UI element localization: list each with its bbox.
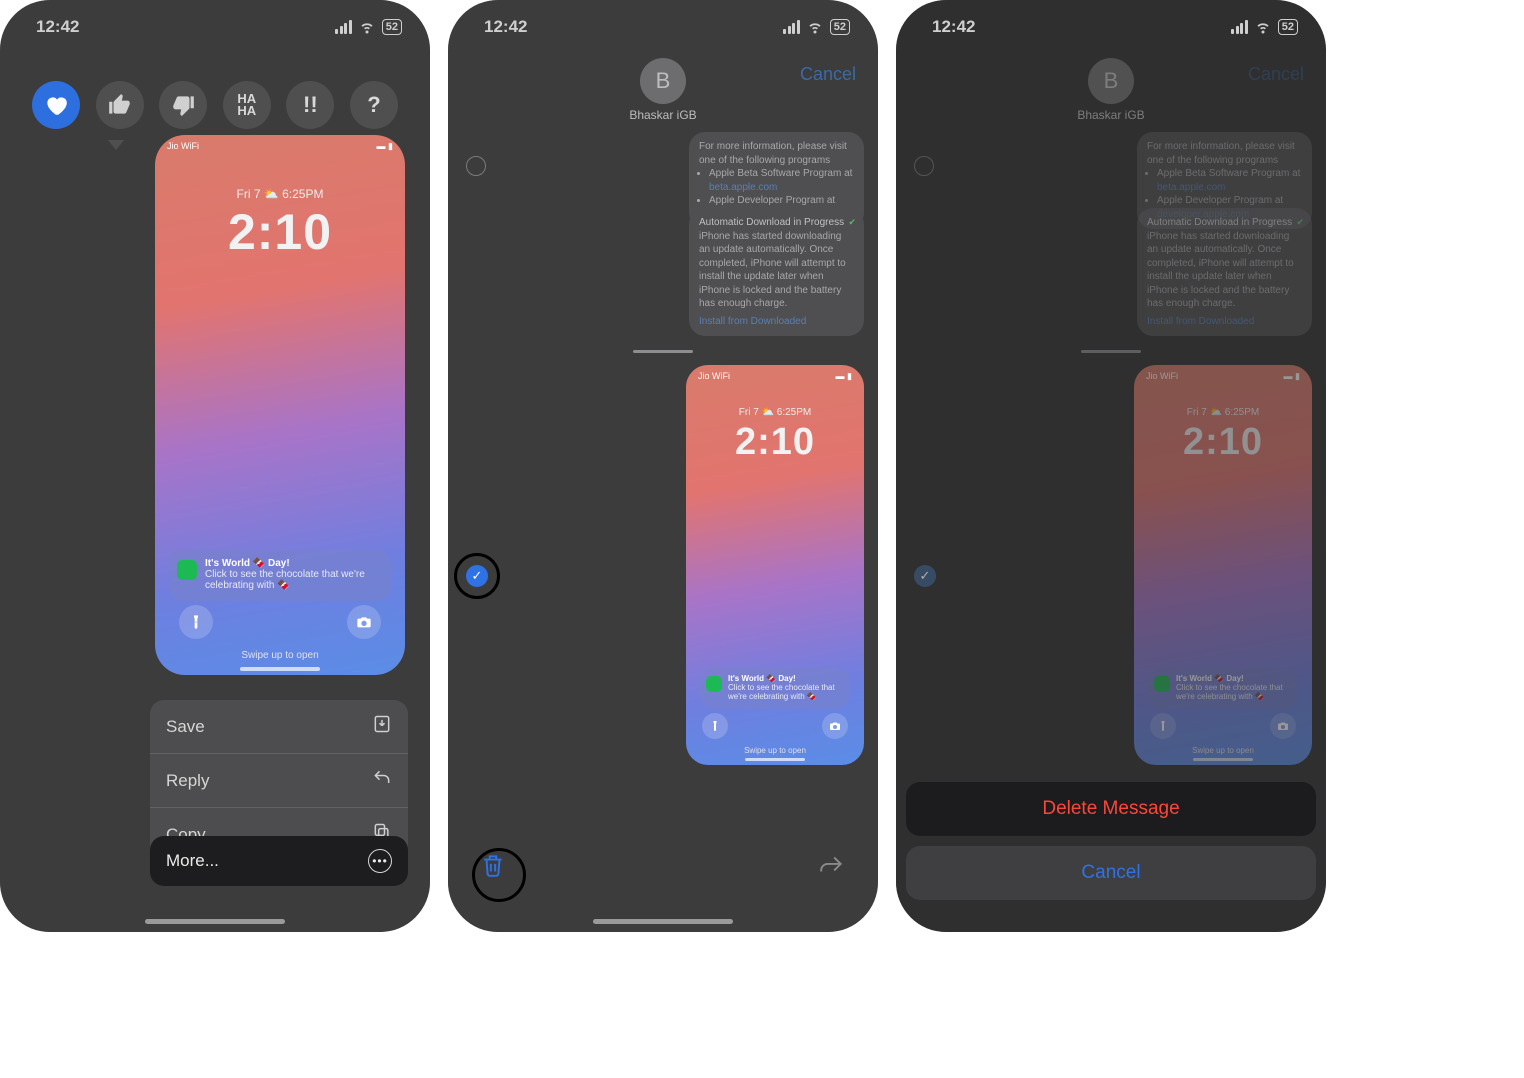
message-attachment-preview[interactable]: Jio WiFi ▬ ▮ Fri 7 ⛅ 6:25PM 2:10 It's Wor… bbox=[155, 135, 405, 675]
home-indicator[interactable] bbox=[145, 919, 285, 924]
status-time: 12:42 bbox=[36, 17, 79, 37]
cellular-icon bbox=[1231, 20, 1248, 34]
cancel-button[interactable]: Cancel bbox=[906, 846, 1316, 900]
battery-icon: 52 bbox=[1278, 19, 1298, 35]
spotify-icon bbox=[1154, 676, 1170, 692]
battery-icon: 52 bbox=[382, 19, 402, 35]
install-link[interactable]: Install from Downloaded bbox=[699, 315, 854, 329]
select-radio-checked[interactable]: ✓ bbox=[466, 565, 488, 587]
status-bar: 12:42 52 bbox=[0, 0, 430, 54]
tapback-heart[interactable] bbox=[32, 81, 80, 129]
lockscreen-swipe-hint: Swipe up to open bbox=[155, 650, 405, 661]
menu-reply[interactable]: Reply bbox=[150, 754, 408, 808]
camera-icon bbox=[1270, 713, 1296, 739]
forward-icon[interactable] bbox=[818, 852, 846, 883]
contact-name: Bhaskar iGB bbox=[629, 108, 696, 122]
more-icon: ••• bbox=[368, 849, 392, 873]
select-radio-unselected[interactable] bbox=[466, 156, 486, 176]
camera-icon bbox=[822, 713, 848, 739]
conversation-header: B Bhaskar iGB Cancel bbox=[448, 50, 878, 130]
tapback-thumbs-up[interactable] bbox=[96, 81, 144, 129]
cellular-icon bbox=[783, 20, 800, 34]
panel-2-select-messages: 12:42 52 B Bhaskar iGB Cancel For more i… bbox=[448, 0, 878, 932]
menu-save-label: Save bbox=[166, 717, 205, 737]
panel-3-delete-confirm: 12:42 52 B Bhaskar iGB Cancel For more i… bbox=[896, 0, 1326, 932]
battery-icon: 52 bbox=[830, 19, 850, 35]
status-time: 12:42 bbox=[932, 17, 975, 37]
save-icon bbox=[372, 714, 392, 739]
lockscreen-status-icons: ▬ ▮ bbox=[377, 141, 393, 152]
avatar: B bbox=[1088, 58, 1134, 104]
status-bar: 12:42 52 bbox=[896, 0, 1326, 54]
menu-more-label: More... bbox=[166, 851, 219, 871]
tapback-question[interactable]: ? bbox=[350, 81, 398, 129]
selection-toolbar bbox=[448, 842, 878, 892]
wifi-icon bbox=[358, 17, 376, 38]
cellular-icon bbox=[335, 20, 352, 34]
menu-save[interactable]: Save bbox=[150, 700, 408, 754]
link-beta[interactable]: beta.apple.com bbox=[709, 182, 777, 193]
cancel-button-dimmed: Cancel bbox=[1248, 64, 1304, 85]
select-radio-checked: ✓ bbox=[914, 565, 936, 587]
spotify-icon bbox=[706, 676, 722, 692]
flashlight-icon bbox=[702, 713, 728, 739]
lockscreen-notification: It's World 🍫 Day! Click to see the choco… bbox=[169, 550, 391, 601]
spotify-icon bbox=[177, 560, 197, 580]
message-attachment-thumbnail[interactable]: Jio WiFi▬ ▮ Fri 7 ⛅ 6:25PM 2:10 It's Wor… bbox=[686, 365, 864, 765]
menu-reply-label: Reply bbox=[166, 771, 209, 791]
lockscreen-time: 2:10 bbox=[155, 203, 405, 261]
tapback-haha[interactable]: HAHA bbox=[223, 81, 271, 129]
select-radio-unselected bbox=[914, 156, 934, 176]
menu-more[interactable]: More... ••• bbox=[150, 836, 408, 886]
wifi-icon bbox=[806, 17, 824, 38]
wifi-icon bbox=[1254, 17, 1272, 38]
delete-message-button[interactable]: Delete Message bbox=[906, 782, 1316, 836]
panel-1-context-menu: 12:42 52 HAHA !! ? bbox=[0, 0, 430, 932]
day-divider bbox=[1081, 350, 1141, 353]
tapback-exclaim[interactable]: !! bbox=[286, 81, 334, 129]
avatar[interactable]: B bbox=[640, 58, 686, 104]
contact-name: Bhaskar iGB bbox=[1077, 108, 1144, 122]
status-bar: 12:42 52 bbox=[448, 0, 878, 54]
delete-action-sheet: Delete Message Cancel bbox=[906, 782, 1316, 910]
lockscreen-date: Fri 7 ⛅ 6:25PM bbox=[155, 187, 405, 201]
status-check-icon: ✔ bbox=[848, 216, 856, 228]
message-attachment-thumbnail: Jio WiFi▬ ▮ Fri 7 ⛅ 6:25PM 2:10 It's Wor… bbox=[1134, 365, 1312, 765]
day-divider bbox=[633, 350, 693, 353]
message-bubble-download: ✔ Automatic Download in Progress iPhone … bbox=[1137, 208, 1312, 336]
trash-icon[interactable] bbox=[480, 850, 506, 885]
cancel-button[interactable]: Cancel bbox=[800, 64, 856, 85]
tapback-thumbs-down[interactable] bbox=[159, 81, 207, 129]
camera-icon bbox=[347, 605, 381, 639]
message-bubble-download[interactable]: ✔ Automatic Download in Progress iPhone … bbox=[689, 208, 864, 336]
conversation-header: B Bhaskar iGB Cancel bbox=[896, 50, 1326, 130]
home-indicator[interactable] bbox=[593, 919, 733, 924]
reply-icon bbox=[372, 768, 392, 793]
flashlight-icon bbox=[179, 605, 213, 639]
status-time: 12:42 bbox=[484, 17, 527, 37]
tapback-bar: HAHA !! ? bbox=[14, 70, 416, 140]
status-check-icon: ✔ bbox=[1296, 216, 1304, 228]
flashlight-icon bbox=[1150, 713, 1176, 739]
lockscreen-carrier: Jio WiFi bbox=[167, 141, 199, 152]
